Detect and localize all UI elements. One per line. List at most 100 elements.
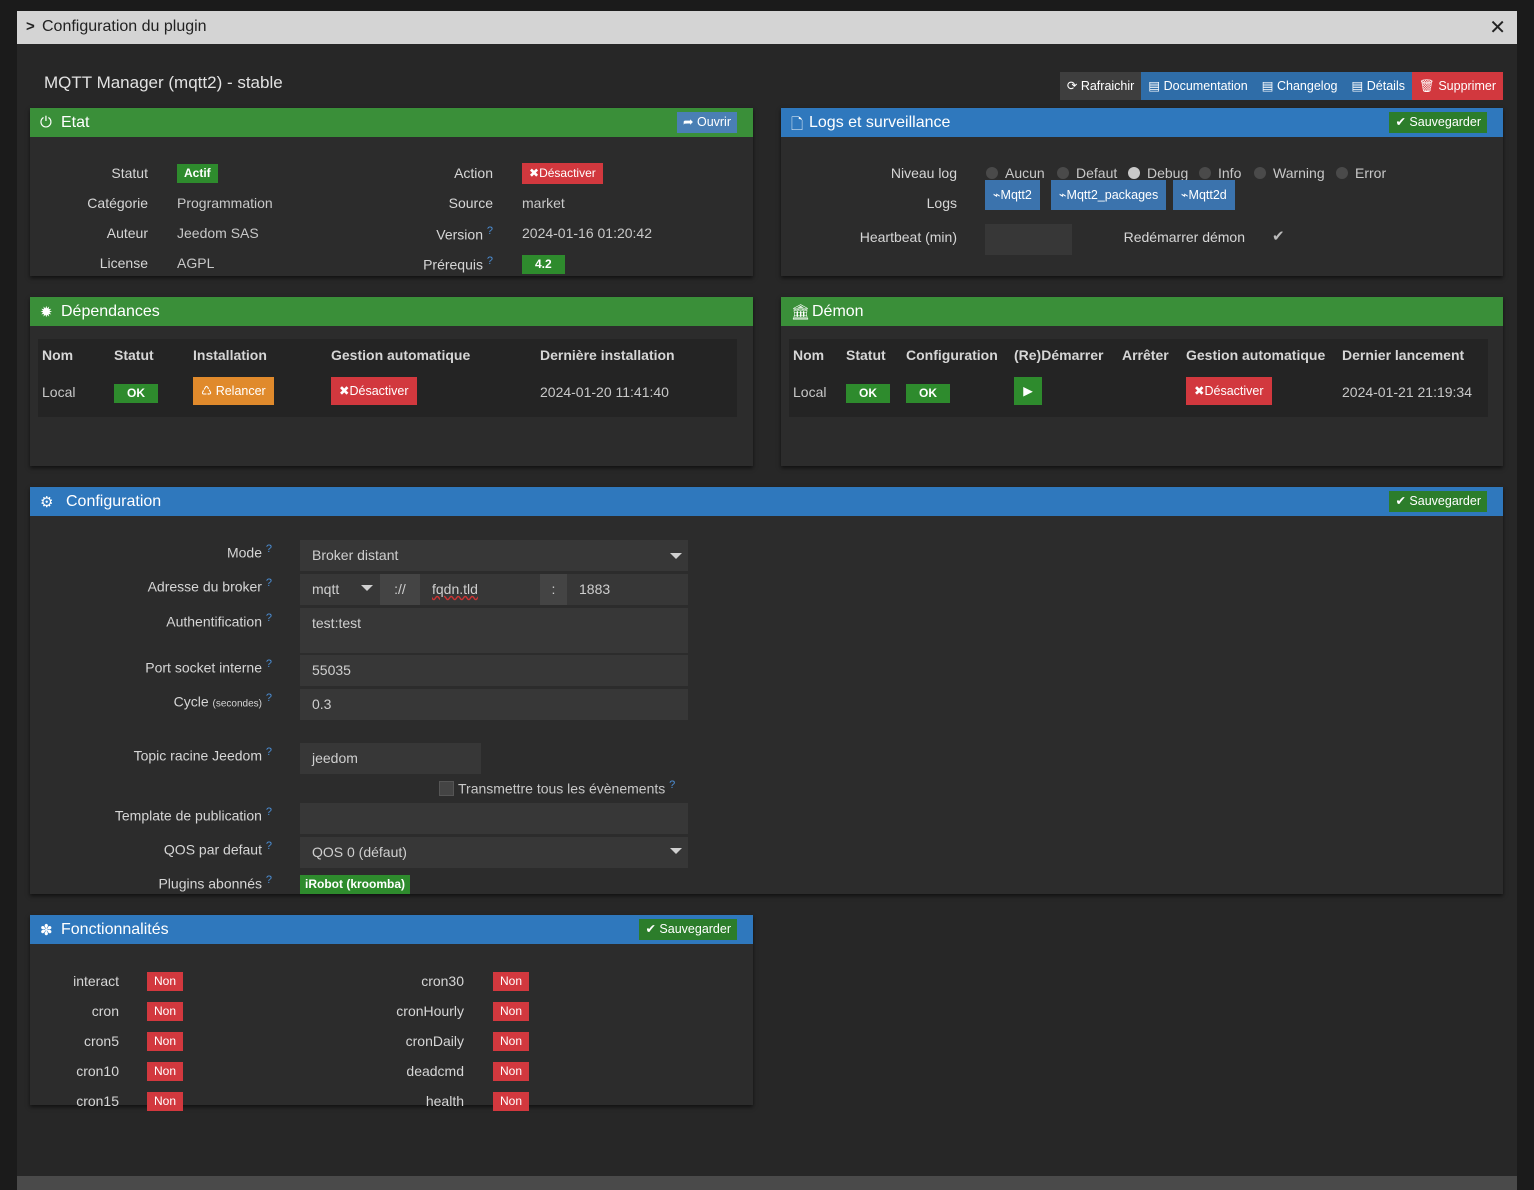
demon-row-dernier: 2024-01-21 21:19:34: [1342, 384, 1472, 400]
fonctionnalites-panel-header: ✽ Fonctionnalités ✔ Sauvegarder: [30, 915, 753, 944]
template-label-text: Template de publication: [114, 807, 262, 824]
details-label: Détails: [1366, 79, 1405, 93]
configuration-title: Configuration: [66, 493, 162, 510]
help-icon[interactable]: ?: [266, 543, 272, 555]
refresh-button[interactable]: ⟳ Rafraichir: [1059, 72, 1142, 100]
radio-debug[interactable]: [1128, 167, 1140, 179]
help-icon[interactable]: ?: [266, 840, 272, 852]
feature-status-badge: Non: [147, 1032, 184, 1051]
config-save-label: Sauvegarder: [1409, 494, 1481, 508]
paperclip-icon: ⌁: [1181, 188, 1189, 202]
delete-button[interactable]: 🗑 Supprimer: [1411, 72, 1503, 100]
transmit-label-text: Transmettre tous les évènements: [458, 780, 666, 797]
logs-save-button[interactable]: ✔ Sauvegarder: [1389, 112, 1487, 133]
help-icon[interactable]: ?: [266, 612, 272, 624]
feature-status-badge: Non: [493, 1002, 530, 1021]
qos-select[interactable]: QOS 0 (défaut): [300, 837, 688, 868]
col-gestion: Gestion automatique: [331, 347, 471, 363]
log-mqtt2-packages-button[interactable]: ⌁Mqtt2_packages: [1051, 180, 1167, 210]
auteur-value: Jeedom SAS: [177, 225, 259, 241]
dependances-title: Dépendances: [61, 303, 160, 320]
broker-host-input[interactable]: fqdn.tld: [420, 574, 540, 605]
dep-desactiver-button[interactable]: ✖Désactiver: [331, 377, 417, 405]
cogs-icon: ⚙: [40, 494, 54, 511]
col-redemarrer: (Re)Démarrer: [1014, 347, 1104, 363]
log-mqtt2d-button[interactable]: ⌁Mqtt2d: [1173, 180, 1235, 210]
documentation-button[interactable]: ▤ Documentation: [1141, 72, 1255, 100]
help-icon[interactable]: ?: [669, 779, 675, 791]
feature-status-badge: Non: [493, 972, 530, 991]
action-disable-button[interactable]: ✖Désactiver: [522, 163, 603, 184]
feature-label: deadcmd: [406, 1063, 464, 1079]
play-button[interactable]: ▶: [1014, 377, 1042, 405]
changelog-button[interactable]: ▤ Changelog: [1254, 72, 1345, 100]
cycle-label: Cycle (secondes) ?: [30, 692, 272, 710]
radio-aucun[interactable]: [986, 167, 998, 179]
radio-error[interactable]: [1336, 167, 1348, 179]
template-input[interactable]: [300, 803, 688, 834]
feature-status-badge: Non: [147, 1092, 184, 1111]
col-nom: Nom: [42, 347, 74, 363]
close-icon[interactable]: ✕: [1489, 15, 1506, 40]
auth-textarea[interactable]: test:test: [300, 608, 688, 653]
relancer-label: Relancer: [215, 384, 266, 398]
radio-defaut[interactable]: [1057, 167, 1069, 179]
help-icon[interactable]: ?: [266, 746, 272, 758]
feature-label: cron30: [421, 973, 464, 989]
feature-label: cron10: [76, 1063, 119, 1079]
check-circle-icon: ✔: [1395, 494, 1410, 508]
port-socket-input[interactable]: 55035: [300, 655, 688, 686]
restart-daemon-checkbox[interactable]: ✔: [1272, 227, 1285, 245]
dependances-panel: ✹ Dépendances Nom Statut Installation Ge…: [30, 297, 753, 466]
relancer-button[interactable]: ♺ Relancer: [193, 377, 274, 405]
transmit-checkbox[interactable]: [439, 781, 454, 796]
heartbeat-input[interactable]: [985, 224, 1072, 255]
config-save-button[interactable]: ✔ Sauvegarder: [1389, 491, 1487, 512]
log-mqtt2-button[interactable]: ⌁Mqtt2: [985, 180, 1040, 210]
demon-desactiver-button[interactable]: ✖Désactiver: [1186, 377, 1272, 405]
col-derniere: Dernière installation: [540, 347, 675, 363]
logs-label: Logs: [926, 195, 957, 211]
demon-table: Nom Statut Configuration (Re)Démarrer Ar…: [789, 339, 1488, 417]
x-icon: ✖: [339, 384, 350, 398]
open-button[interactable]: ➦ Ouvrir: [677, 112, 737, 133]
log-mqtt2-packages-label: Mqtt2_packages: [1066, 188, 1159, 202]
help-icon[interactable]: ?: [266, 874, 272, 886]
broker-separator: ://: [380, 574, 420, 605]
func-save-button[interactable]: ✔ Sauvegarder: [639, 919, 737, 940]
broker-port-input[interactable]: 1883: [567, 574, 688, 605]
paperclip-icon: ⌁: [1059, 188, 1067, 202]
power-icon: ⏻: [40, 114, 52, 131]
cycle-input[interactable]: 0.3: [300, 689, 688, 720]
help-icon[interactable]: ?: [266, 577, 272, 589]
broker-label: Adresse du broker ?: [30, 577, 272, 595]
radio-info[interactable]: [1199, 167, 1211, 179]
col-installation: Installation: [193, 347, 267, 363]
help-icon[interactable]: ?: [487, 225, 493, 237]
topic-input[interactable]: jeedom: [300, 743, 481, 774]
feature-status-badge: Non: [147, 972, 184, 991]
feature-label: cron: [91, 1003, 119, 1019]
help-icon[interactable]: ?: [266, 692, 272, 704]
version-value: 2024-01-16 01:20:42: [522, 225, 652, 241]
details-button[interactable]: ▤ Détails: [1344, 72, 1412, 100]
col-dernier: Dernier lancement: [1342, 347, 1465, 363]
mode-select[interactable]: Broker distant: [300, 540, 688, 571]
chevron-right-icon[interactable]: >: [26, 18, 35, 35]
dependances-table: Nom Statut Installation Gestion automati…: [38, 339, 737, 417]
license-label: License: [99, 255, 148, 271]
gear-icon: ✹: [40, 304, 53, 321]
demon-panel-header: 🏛 Démon: [781, 297, 1503, 326]
top-toolbar: ⟳ Rafraichir ▤ Documentation ▤ Changelog…: [1059, 72, 1503, 100]
radio-warning[interactable]: [1254, 167, 1266, 179]
logs-title: Logs et surveillance: [809, 114, 951, 131]
help-icon[interactable]: ?: [487, 255, 493, 267]
share-icon: ➦: [683, 115, 697, 129]
configuration-panel: ⚙ Configuration ✔ Sauvegarder Mode ? Bro…: [30, 487, 1503, 894]
log-mqtt2d-label: Mqtt2d: [1188, 188, 1227, 202]
radio-debug-label: Debug: [1147, 165, 1189, 181]
auth-label-text: Authentification: [166, 613, 262, 630]
help-icon[interactable]: ?: [266, 806, 272, 818]
help-icon[interactable]: ?: [266, 658, 272, 670]
plugins-label: Plugins abonnés ?: [30, 874, 272, 892]
